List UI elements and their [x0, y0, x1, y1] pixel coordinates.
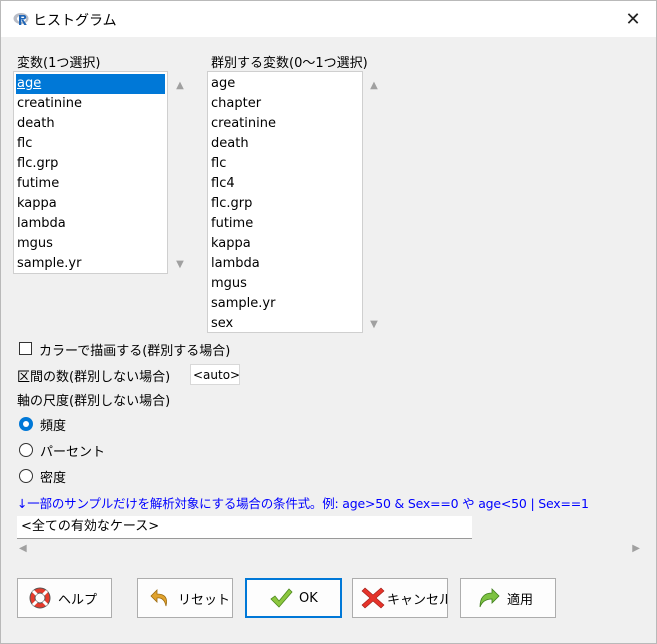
radio-density[interactable]: [19, 469, 33, 483]
variable-list-item[interactable]: futime: [16, 174, 165, 194]
group-list-item[interactable]: death: [210, 134, 360, 154]
r-logo-icon: [13, 13, 29, 25]
title-bar: ヒストグラム ✕: [1, 1, 656, 37]
help-button[interactable]: ヘルプ: [17, 578, 112, 618]
group-list-item[interactable]: mgus: [210, 274, 360, 294]
subset-hint: ↓一部のサンプルだけを解析対象にする場合の条件式。例: age>50 & Sex…: [17, 496, 589, 511]
group-list-item[interactable]: lambda: [210, 254, 360, 274]
checkmark-icon: [270, 588, 293, 608]
forward-arrow-icon: [479, 588, 500, 608]
variable-list-item[interactable]: creatinine: [16, 94, 165, 114]
variable-list-item[interactable]: lambda: [16, 214, 165, 234]
lifebuoy-icon: [29, 587, 51, 609]
group-list-item[interactable]: flc4: [210, 174, 360, 194]
group-list-item[interactable]: creatinine: [210, 114, 360, 134]
groups-listbox[interactable]: age chapter creatinine death flc flc4 flc.grp f…: [207, 71, 363, 333]
variable-list-item[interactable]: sample.yr: [16, 254, 165, 274]
close-button[interactable]: ✕: [610, 1, 656, 37]
group-list-item[interactable]: chapter: [210, 94, 360, 114]
variable-list-item[interactable]: age: [16, 74, 165, 94]
axis-scale-label: 軸の尺度(群別しない場合): [17, 394, 171, 409]
radio-density-label: 密度: [40, 471, 67, 486]
variable-list-item[interactable]: mgus: [16, 234, 165, 254]
scroll-right-icon[interactable]: ▶: [632, 543, 640, 554]
variables-scroll-up-icon[interactable]: ▲: [173, 78, 187, 92]
subset-condition-input[interactable]: <全ての有効なケース>: [17, 516, 472, 539]
variables-listbox[interactable]: age creatinine death flc flc.grp futime kappa l…: [13, 71, 168, 274]
cancel-button-label: キャンセル: [387, 592, 448, 608]
bins-input[interactable]: <auto>: [190, 364, 240, 385]
variables-label: 変数(1つ選択): [17, 56, 101, 71]
groups-label: 群別する変数(0〜1つ選択): [211, 56, 368, 71]
subset-horizontal-scrollbar[interactable]: ◀ ▶: [17, 541, 642, 559]
radio-frequency-label: 頻度: [40, 419, 67, 434]
window-title: ヒストグラム: [33, 13, 117, 29]
variable-list-item[interactable]: death: [16, 114, 165, 134]
radio-percent-label: パーセント: [40, 445, 106, 460]
ok-button-label: OK: [299, 590, 318, 606]
variable-list-item[interactable]: flc: [16, 134, 165, 154]
help-button-label: ヘルプ: [58, 592, 98, 608]
apply-button-label: 適用: [507, 592, 534, 608]
radio-percent[interactable]: [19, 443, 33, 457]
cancel-button[interactable]: キャンセル: [352, 578, 448, 618]
groups-scroll-down-icon[interactable]: ▼: [367, 317, 381, 331]
variable-list-item[interactable]: kappa: [16, 194, 165, 214]
reset-button[interactable]: リセット: [137, 578, 233, 618]
color-checkbox[interactable]: [19, 342, 32, 355]
bins-label: 区間の数(群別しない場合): [17, 370, 171, 385]
group-list-item[interactable]: sex: [210, 314, 360, 334]
radio-frequency[interactable]: [19, 417, 33, 431]
group-list-item[interactable]: flc: [210, 154, 360, 174]
histogram-dialog: ヒストグラム ✕ 変数(1つ選択) age creatinine death flc f…: [0, 0, 657, 644]
close-icon: ✕: [625, 8, 641, 30]
scroll-left-icon[interactable]: ◀: [19, 543, 27, 554]
ok-button[interactable]: OK: [245, 578, 342, 618]
reset-button-label: リセット: [178, 592, 231, 608]
variables-scroll-down-icon[interactable]: ▼: [173, 257, 187, 271]
group-list-item[interactable]: kappa: [210, 234, 360, 254]
groups-scroll-up-icon[interactable]: ▲: [367, 78, 381, 92]
undo-arrow-icon: [150, 589, 167, 607]
red-x-icon: [361, 587, 385, 609]
group-list-item[interactable]: flc.grp: [210, 194, 360, 214]
color-checkbox-label: カラーで描画する(群別する場合): [39, 344, 231, 359]
group-list-item[interactable]: age: [210, 74, 360, 94]
group-list-item[interactable]: sample.yr: [210, 294, 360, 314]
apply-button[interactable]: 適用: [460, 578, 556, 618]
group-list-item[interactable]: futime: [210, 214, 360, 234]
variable-list-item[interactable]: flc.grp: [16, 154, 165, 174]
